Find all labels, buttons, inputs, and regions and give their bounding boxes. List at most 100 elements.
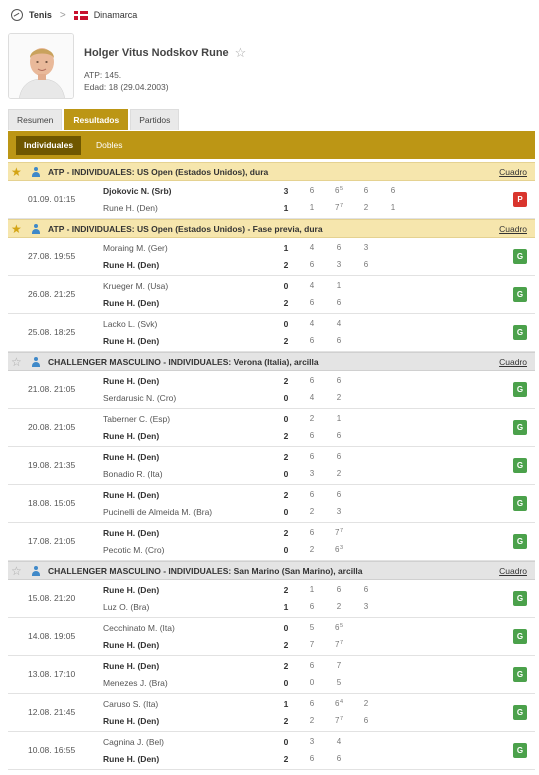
main-tabs: Resumen Resultados Partidos	[8, 109, 180, 130]
favorite-star-icon[interactable]: ☆	[235, 45, 247, 61]
match-row[interactable]: 26.08. 21:25 Krueger M. (Usa) 0 4 1 Rune H. (…	[8, 276, 535, 314]
set-score: 3	[358, 602, 374, 611]
draw-link[interactable]: Cuadro	[499, 562, 527, 580]
breadcrumb-sport-link[interactable]: Tenis	[29, 10, 52, 20]
match-row[interactable]: 25.08. 18:25 Lacko L. (Svk) 0 4 4 Rune H. (De…	[8, 314, 535, 352]
match-row[interactable]: 20.08. 21:05 Taberner C. (Esp) 0 2 1 Rune H. …	[8, 409, 535, 447]
set-score: 65	[331, 186, 347, 195]
tournament-header: ★ ATP - INDIVIDUALES: US Open (Estados Un…	[8, 162, 535, 181]
match-row[interactable]: 15.08. 21:20 Rune H. (Den) 2 1 6 6 Luz O. (Bra…	[8, 580, 535, 618]
match-row[interactable]: 13.08. 17:10 Rune H. (Den) 2 6 7 Menezes J. (…	[8, 656, 535, 694]
tab-resumen[interactable]: Resumen	[8, 109, 63, 130]
set-score: 2	[358, 203, 374, 212]
set-score: 6	[358, 716, 374, 725]
player-name: Cagnina J. (Bel)	[103, 737, 164, 747]
favorite-star-icon[interactable]: ☆	[11, 355, 22, 369]
win-badge: G	[513, 705, 527, 720]
match-row[interactable]: 14.08. 19:05 Cecchinato M. (Ita) 0 5 65 Rune …	[8, 618, 535, 656]
set-games: 6	[363, 186, 369, 195]
set-score: 6	[358, 186, 374, 195]
set-games: 3	[309, 737, 315, 746]
favorite-star-filled-icon[interactable]: ★	[11, 222, 22, 236]
set-games: 3	[309, 469, 315, 478]
set-games: 6	[309, 260, 315, 269]
player-name: Rune H. (Den)	[103, 661, 160, 671]
player-person-icon	[31, 357, 40, 367]
draw-link[interactable]: Cuadro	[499, 353, 527, 371]
player-name: Rune H. (Den)	[103, 716, 160, 726]
match-row[interactable]: 12.08. 21:45 Caruso S. (Ita) 1 6 64 2 Rune H. …	[8, 694, 535, 732]
match-row[interactable]: 10.08. 16:55 Cagnina J. (Bel) 0 3 4 Rune H. (…	[8, 732, 535, 770]
match-row[interactable]: 19.08. 21:35 Rune H. (Den) 2 6 6 Bonadio R. (…	[8, 447, 535, 485]
set-games: 5	[336, 678, 342, 687]
set-score: 6	[331, 298, 347, 307]
set-games: 6	[336, 490, 342, 499]
set-score: 6	[331, 754, 347, 763]
set-games: 6	[309, 602, 315, 611]
set-score: 5	[331, 678, 347, 687]
player-name: Rune H. (Den)	[103, 754, 160, 764]
breadcrumb-country-link[interactable]: Dinamarca	[94, 10, 138, 20]
set-games: 7	[334, 640, 340, 649]
tab-resultados[interactable]: Resultados	[64, 109, 129, 130]
subtab-dobles[interactable]: Dobles	[88, 136, 130, 155]
tournament-title[interactable]: ATP - INDIVIDUALES: US Open (Estados Uni…	[48, 220, 323, 238]
set-games: 4	[336, 319, 342, 328]
set-score: 2	[331, 469, 347, 478]
player-name: Serdarusic N. (Cro)	[103, 393, 177, 403]
set-score: 6	[331, 243, 347, 252]
set-score: 6	[358, 260, 374, 269]
draw-link[interactable]: Cuadro	[499, 220, 527, 238]
favorite-star-filled-icon[interactable]: ★	[11, 165, 22, 179]
set-games: 2	[363, 203, 369, 212]
set-score: 6	[304, 528, 320, 537]
match-row[interactable]: 01.09. 01:15 Djokovic N. (Srb) 3 6 65 6 6 Rune …	[8, 181, 535, 219]
set-score: 1	[304, 203, 320, 212]
tournament-title[interactable]: ATP - INDIVIDUALES: US Open (Estados Uni…	[48, 163, 268, 181]
set-games: 6	[309, 661, 315, 670]
win-badge: G	[513, 629, 527, 644]
tiebreak-points: 7	[339, 203, 343, 209]
set-score: 4	[331, 737, 347, 746]
match-row[interactable]: 21.08. 21:05 Rune H. (Den) 2 6 6 Serdarusic N…	[8, 371, 535, 409]
set-score: 2	[304, 507, 320, 516]
set-games: 7	[334, 203, 340, 212]
set-games: 6	[309, 754, 315, 763]
set-games: 1	[390, 203, 396, 212]
set-games: 1	[336, 281, 342, 290]
set-score: 6	[331, 336, 347, 345]
draw-link[interactable]: Cuadro	[499, 163, 527, 181]
set-score: 4	[304, 281, 320, 290]
set-games: 4	[309, 393, 315, 402]
sets-won: 2	[283, 260, 289, 270]
set-games: 6	[334, 623, 340, 632]
sets-won: 2	[283, 376, 289, 386]
match-time: 21.08. 21:05	[28, 384, 76, 394]
tiebreak-points: 5	[339, 623, 343, 629]
match-row[interactable]: 17.08. 21:05 Rune H. (Den) 2 6 77 Pecotic M. …	[8, 523, 535, 561]
set-games: 2	[363, 699, 369, 708]
tab-partidos[interactable]: Partidos	[130, 109, 180, 130]
tiebreak-points: 7	[339, 528, 343, 534]
match-time: 01.09. 01:15	[28, 194, 76, 204]
set-games: 2	[336, 393, 342, 402]
player-name: Moraing M. (Ger)	[103, 243, 168, 253]
set-games: 6	[309, 490, 315, 499]
tournament-title[interactable]: CHALLENGER MASCULINO - INDIVIDUALES: San…	[48, 562, 363, 580]
tournament-title[interactable]: CHALLENGER MASCULINO - INDIVIDUALES: Ver…	[48, 353, 319, 371]
win-badge: G	[513, 496, 527, 511]
player-name: Bonadio R. (Ita)	[103, 469, 163, 479]
match-time: 27.08. 19:55	[28, 251, 76, 261]
set-score: 1	[331, 281, 347, 290]
sets-won: 2	[283, 298, 289, 308]
set-score: 6	[304, 452, 320, 461]
win-badge: G	[513, 382, 527, 397]
player-name: Menezes J. (Bra)	[103, 678, 168, 688]
favorite-star-icon[interactable]: ☆	[11, 564, 22, 578]
sets-won: 3	[283, 186, 289, 196]
match-row[interactable]: 18.08. 15:05 Rune H. (Den) 2 6 6 Pucinelli de…	[8, 485, 535, 523]
player-name: Rune H. (Den)	[103, 336, 160, 346]
set-score: 3	[331, 260, 347, 269]
subtab-individuales[interactable]: Individuales	[16, 136, 82, 155]
match-row[interactable]: 27.08. 19:55 Moraing M. (Ger) 1 4 6 3 Rune H. …	[8, 238, 535, 276]
